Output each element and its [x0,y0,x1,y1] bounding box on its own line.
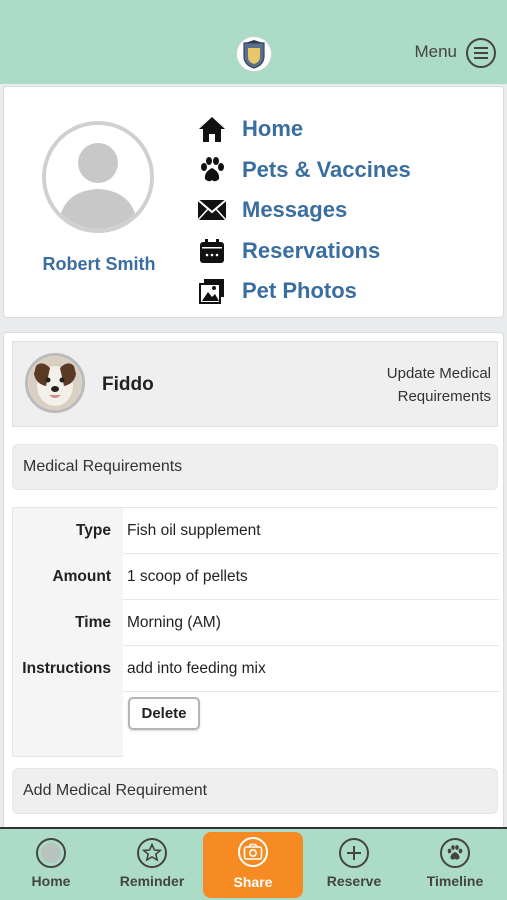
row-label: Instructions [22,660,111,677]
profile-card: Robert Smith Home Pets & Vaccines Messag… [3,86,504,318]
row-value: add into feeding mix [123,646,499,692]
row-label: Amount [52,568,111,585]
row-label: Type [75,522,111,539]
app-logo[interactable] [236,36,272,72]
menu-label[interactable]: Menu [414,42,457,62]
row-value: Fish oil supplement [123,508,499,554]
pet-header: Fiddo Update Medical Requirements [12,341,498,427]
star-icon [137,838,167,868]
nav-label: Messages [242,197,348,223]
update-medical-requirements-link[interactable]: Update Medical Requirements [361,362,491,408]
row-value: Morning (AM) [123,600,499,646]
calendar-icon [194,236,230,266]
section-title: Medical Requirements [23,458,183,475]
table-row: Amount 1 scoop of pellets [13,554,499,600]
table-row: Time Morning (AM) [13,600,499,646]
camera-icon [238,837,268,867]
nav-item-home[interactable]: Home [194,109,411,150]
nav-item-reservations[interactable]: Reservations [194,231,411,272]
bottom-tab-bar: Home Reminder Share Reserve Timeline [0,827,507,900]
user-avatar [42,121,154,233]
requirements-table: Type Fish oil supplement Amount 1 scoop … [12,507,499,758]
tab-reminder[interactable]: Reminder [102,829,202,900]
paw-icon [440,838,470,868]
profile-nav: Home Pets & Vaccines Messages Reservatio… [194,109,411,312]
tab-label: Share [233,874,273,890]
row-value: 1 scoop of pellets [123,554,499,600]
photos-icon [194,276,230,306]
app-header: Menu [0,0,507,84]
pet-photo[interactable] [25,353,85,413]
tab-label: Timeline [426,873,484,889]
tab-label: Reserve [326,873,382,889]
table-row: Instructions add into feeding mix [13,646,499,692]
tab-home[interactable]: Home [1,829,101,900]
nav-item-pets-vaccines[interactable]: Pets & Vaccines [194,150,411,191]
tab-reserve[interactable]: Reserve [304,829,404,900]
nav-label: Reservations [242,237,381,263]
medical-card: Fiddo Update Medical Requirements Medica… [3,332,504,832]
tab-share[interactable]: Share [203,832,303,898]
tab-timeline[interactable]: Timeline [405,829,505,900]
nav-label: Pets & Vaccines [242,156,411,182]
plus-icon [339,838,369,868]
add-requirement-label: Add Medical Requirement [23,782,208,799]
table-row: Type Fish oil supplement [13,508,499,554]
home-icon [194,114,230,144]
pet-name: Fiddo [102,374,154,395]
nav-label: Home [242,116,304,142]
row-label: Time [75,614,111,631]
add-medical-requirement-button[interactable]: Add Medical Requirement [12,768,498,814]
envelope-icon [194,195,230,225]
hamburger-menu-icon[interactable] [466,38,496,68]
user-name[interactable]: Robert Smith [4,254,194,275]
nav-item-messages[interactable]: Messages [194,190,411,231]
medical-requirements-header[interactable]: Medical Requirements [12,444,498,490]
circle-icon [36,838,66,868]
tab-label: Home [31,873,71,889]
paw-icon [194,155,230,185]
nav-item-pet-photos[interactable]: Pet Photos [194,271,411,312]
delete-button[interactable]: Delete [128,697,200,730]
nav-label: Pet Photos [242,278,357,304]
tab-label: Reminder [119,873,185,889]
